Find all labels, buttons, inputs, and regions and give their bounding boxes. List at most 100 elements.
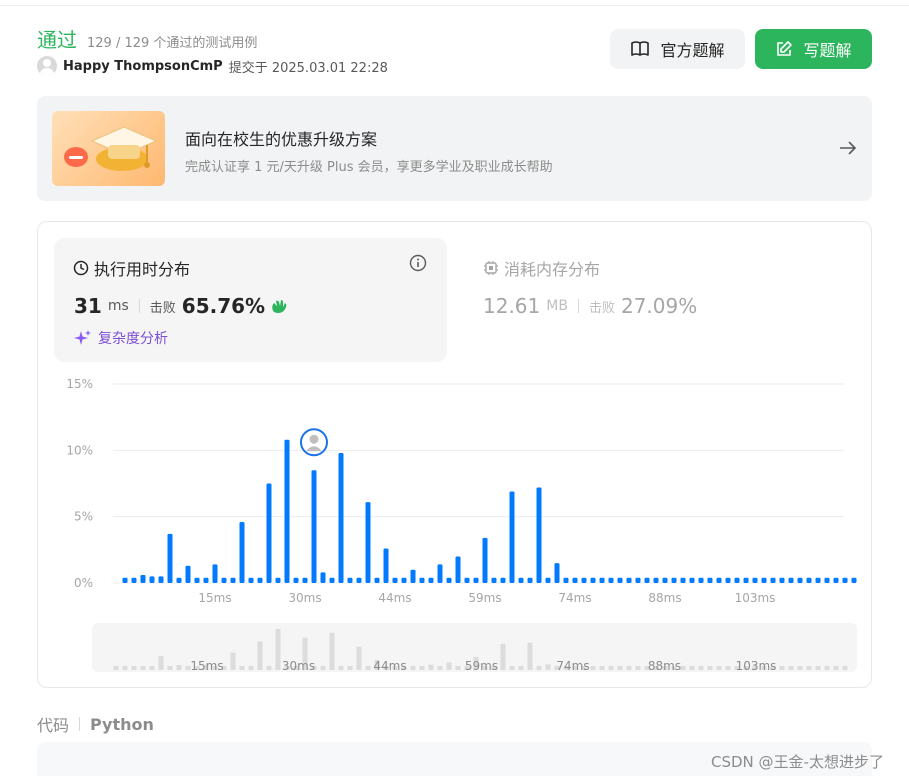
bar (698, 577, 704, 583)
overview-bar (347, 666, 353, 670)
overview-bar (545, 664, 551, 670)
bar (401, 577, 407, 583)
bar (239, 521, 245, 583)
bar (725, 577, 731, 583)
overview-bar (257, 641, 263, 670)
bar (185, 565, 191, 583)
graduation-cap-illustration (52, 111, 165, 186)
bar (221, 577, 227, 583)
bar (473, 577, 479, 583)
overview-bar (590, 666, 596, 670)
write-solution-button[interactable]: 写题解 (755, 29, 872, 69)
overview-bar (527, 642, 533, 670)
overview-bar (797, 666, 803, 670)
x-tick-label: 30ms (288, 591, 321, 605)
bar (257, 577, 263, 583)
bar (437, 564, 443, 583)
bar (329, 577, 335, 583)
bar (284, 439, 290, 583)
overview-tick-label: 103ms (736, 659, 777, 673)
bar (419, 577, 425, 583)
overview-bar (536, 666, 542, 670)
overview-bar (410, 666, 416, 670)
bar (482, 537, 488, 583)
bar (797, 577, 803, 583)
bar (149, 576, 155, 583)
y-tick-label: 15% (66, 377, 93, 391)
bar (851, 577, 857, 583)
edit-icon (777, 41, 793, 56)
overview-tick-label: 15ms (190, 659, 223, 673)
overview-bar (815, 666, 821, 670)
overview-bar (275, 628, 281, 670)
bar (599, 577, 605, 583)
overview-bar (779, 666, 785, 670)
overview-bar (266, 666, 272, 670)
overview-tick-label: 59ms (465, 659, 498, 673)
bar (122, 577, 128, 583)
arrow-right-icon[interactable] (838, 138, 858, 158)
y-tick-label: 5% (74, 510, 93, 524)
bar (320, 572, 326, 583)
bar (644, 577, 650, 583)
bar (293, 577, 299, 583)
bar (176, 577, 182, 583)
overview-bar (833, 666, 839, 670)
x-tick-label: 88ms (648, 591, 681, 605)
status-label: 通过 (37, 28, 77, 52)
bar (500, 577, 506, 583)
bar (671, 577, 677, 583)
overview-bar (356, 646, 362, 670)
runtime-distribution-chart[interactable]: 0% 5% 10% 15% 15ms 30ms 44ms 59ms 74ms 88ms 103ms 1… (38, 222, 871, 687)
overview-bar (131, 666, 137, 670)
code-label: 代码 (37, 716, 70, 735)
bar (734, 577, 740, 583)
bar (509, 491, 515, 583)
official-solution-label: 官方题解 (660, 41, 725, 60)
bar (194, 577, 200, 583)
divider (79, 717, 81, 731)
promo-banner[interactable]: 面向在校生的优惠升级方案 完成认证享 1 元/天升级 Plus 会员，享更多学业… (37, 96, 872, 201)
bar (527, 577, 533, 583)
bar (365, 502, 371, 583)
x-tick-label: 44ms (378, 591, 411, 605)
overview-bar (509, 666, 515, 670)
watermark: CSDN @王金-太想进步了 (711, 753, 884, 771)
bar (680, 577, 686, 583)
overview-bar (329, 632, 335, 670)
top-divider (0, 0, 909, 6)
bar (563, 577, 569, 583)
bar (788, 577, 794, 583)
bar (347, 577, 353, 583)
overview-bar (419, 666, 425, 670)
distribution-card: 执行用时分布 31 ms 击败 65.76% 复杂度分析 消耗内存分布 12.6… (37, 221, 872, 688)
overview-bar (707, 666, 713, 670)
overview-bar (689, 666, 695, 670)
bar (761, 577, 767, 583)
user-avatar[interactable] (37, 56, 57, 76)
code-section-header: 代码 Python (37, 712, 154, 736)
bar (572, 577, 578, 583)
bar (536, 487, 542, 583)
overview-bar (365, 666, 371, 670)
bar (581, 577, 587, 583)
bar (428, 577, 434, 583)
bar (311, 470, 317, 583)
bar (779, 577, 785, 583)
overview-bar (617, 666, 623, 670)
username[interactable]: Happy ThompsonCmP (63, 59, 223, 74)
official-solution-button[interactable]: 官方题解 (610, 29, 745, 69)
bar (410, 569, 416, 583)
overview-bar (716, 666, 722, 670)
overview-bar (680, 666, 686, 670)
bar (626, 577, 632, 583)
overview-bar (167, 666, 173, 670)
bar (374, 577, 380, 583)
bar (491, 577, 497, 583)
overview-bar (437, 666, 443, 670)
result-status-row: 通过 129 / 129 个通过的测试用例 (37, 24, 257, 53)
overview-bar (842, 666, 848, 670)
bar (392, 577, 398, 583)
overview-bar (140, 666, 146, 670)
promo-title: 面向在校生的优惠升级方案 (185, 130, 378, 149)
